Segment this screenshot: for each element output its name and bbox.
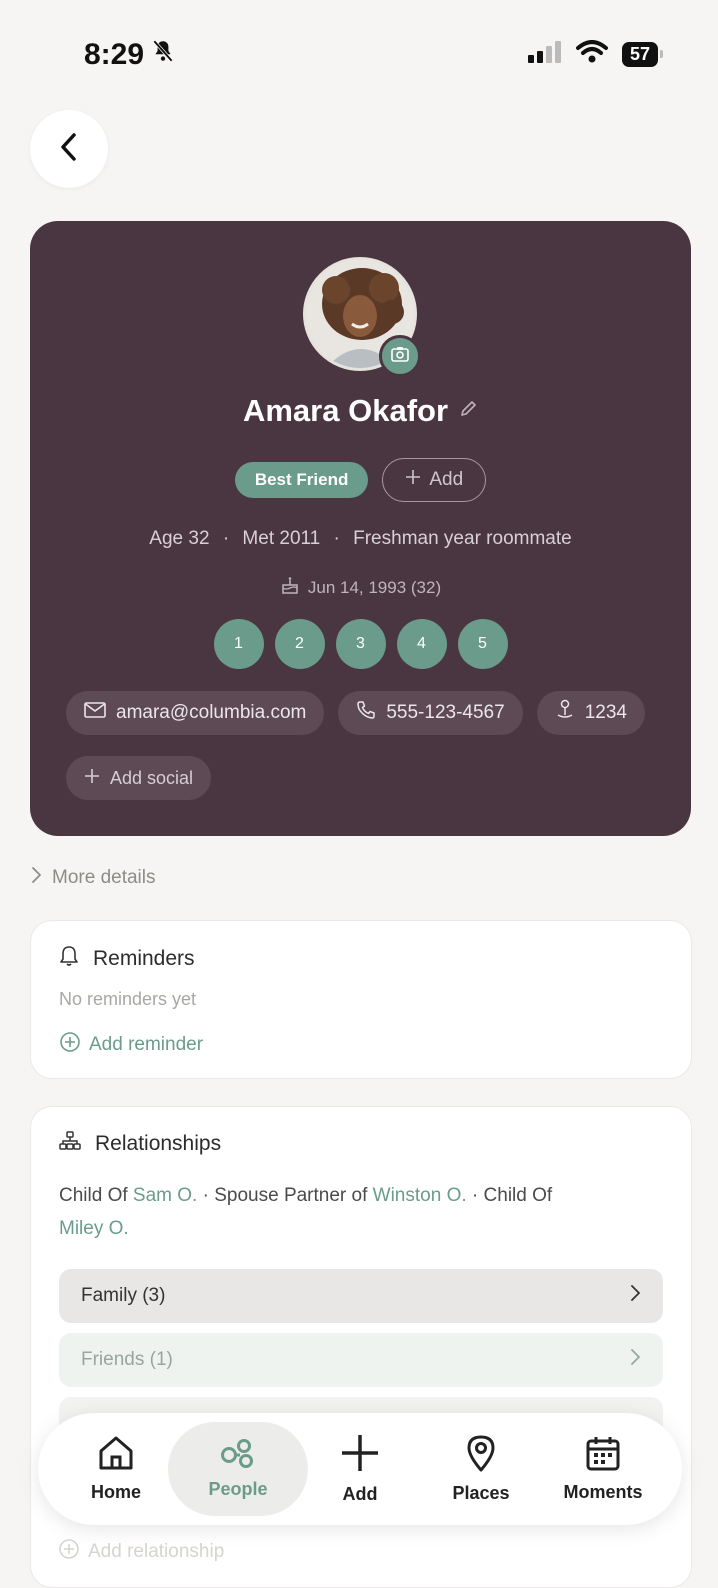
group-row-friends[interactable]: Friends (1)	[59, 1333, 663, 1387]
age-text: Age 32	[149, 528, 210, 549]
relationships-summary: Child Of Sam O. · Spouse Partner of Wins…	[59, 1179, 619, 1245]
avatar-container[interactable]	[303, 257, 421, 377]
plus-icon	[84, 768, 100, 789]
relationship-person-link[interactable]: Miley O.	[59, 1218, 129, 1239]
nav-add[interactable]: Add	[300, 1413, 420, 1525]
reminders-section: Reminders No reminders yet Add reminder	[30, 920, 692, 1079]
relationship-type: Child Of	[483, 1185, 553, 1206]
chevron-right-icon	[30, 866, 42, 890]
nav-places[interactable]: Places	[421, 1413, 541, 1525]
add-tag-label: Add	[429, 469, 464, 490]
group-label: Friends (1)	[81, 1349, 173, 1370]
phone-icon	[356, 700, 376, 726]
reminders-empty-text: No reminders yet	[59, 989, 197, 1009]
change-photo-button[interactable]	[379, 335, 421, 377]
status-time: 8:29	[84, 38, 176, 72]
phone-text: 555-123-4567	[386, 702, 505, 723]
add-relationship-label: Add relationship	[88, 1541, 225, 1562]
nav-home-label: Home	[90, 1482, 141, 1502]
profile-name: Amara Okafor	[242, 393, 449, 428]
home-icon	[97, 1435, 135, 1476]
plus-icon	[405, 469, 421, 491]
rating-dot[interactable]: 1	[213, 619, 264, 669]
pencil-icon[interactable]	[458, 399, 478, 424]
wifi-icon	[575, 40, 608, 69]
nav-people[interactable]: People	[168, 1422, 308, 1516]
met-year-text: Met 2011	[242, 528, 321, 549]
back-button[interactable]	[30, 110, 108, 188]
add-tag-button[interactable]: Add	[382, 458, 487, 502]
nav-moments-label: Moments	[563, 1482, 643, 1502]
birthday-text: Jun 14, 1993 (32)	[307, 577, 442, 597]
calendar-icon	[586, 1435, 620, 1476]
relationship-separator: ·	[471, 1185, 479, 1206]
profile-meta: Age 32 · Met 2011 · Freshman year roomma…	[30, 528, 691, 550]
camera-icon	[391, 346, 409, 367]
group-label: Family (3)	[81, 1285, 166, 1306]
chevron-left-icon	[56, 130, 82, 169]
more-details-toggle[interactable]: More details	[30, 866, 156, 890]
add-social-label: Add social	[110, 767, 194, 788]
how-met-text: Freshman year roommate	[353, 528, 572, 549]
bell-off-icon	[150, 38, 176, 72]
rating-dot[interactable]: 4	[396, 619, 447, 669]
more-details-label: More details	[52, 867, 156, 888]
nav-home[interactable]: Home	[56, 1413, 176, 1525]
meta-separator: ·	[222, 528, 230, 549]
relationship-person-link[interactable]: Sam O.	[133, 1185, 197, 1206]
email-text: amara@columbia.com	[116, 702, 307, 723]
plus-circle-icon	[59, 1031, 81, 1059]
email-chip[interactable]: amara@columbia.com	[66, 691, 325, 735]
relationship-person-link[interactable]: Winston O.	[373, 1185, 467, 1206]
location-pin-icon	[555, 699, 575, 727]
people-icon	[220, 1438, 256, 1473]
meta-separator: ·	[333, 528, 340, 549]
profile-card: Amara Okafor Best Friend Add Age 32 · Me…	[30, 221, 691, 836]
nav-places-label: Places	[452, 1483, 510, 1503]
contacts-scroller[interactable]: amara@columbia.com 555-123-4567 1234	[66, 691, 656, 735]
relationship-separator: ·	[202, 1185, 209, 1206]
reminders-header: Reminders	[59, 945, 195, 973]
bell-icon	[59, 945, 79, 973]
nav-moments[interactable]: Moments	[543, 1413, 663, 1525]
chevron-right-icon	[629, 1284, 641, 1308]
reminders-title: Reminders	[93, 947, 195, 970]
rating-dot[interactable]: 5	[457, 619, 508, 669]
group-row-family[interactable]: Family (3)	[59, 1269, 663, 1323]
relationships-header: Relationships	[59, 1131, 221, 1157]
status-time-text: 8:29	[84, 38, 145, 71]
birthday-row: Jun 14, 1993 (32)	[30, 575, 691, 600]
mail-icon	[84, 701, 106, 725]
name-row: Amara Okafor	[30, 393, 691, 429]
add-reminder-label: Add reminder	[89, 1034, 204, 1055]
address-text: 1234	[584, 702, 627, 723]
bottom-nav: Home People Add Places Moments	[38, 1413, 682, 1525]
chevron-right-icon	[629, 1348, 641, 1372]
relationship-type: Spouse Partner of	[214, 1185, 368, 1206]
tags-row: Best Friend Add	[30, 458, 691, 502]
relationship-type: Child Of	[59, 1185, 128, 1206]
battery-indicator: 57	[621, 42, 664, 67]
rating-dot[interactable]: 3	[335, 619, 386, 669]
nav-add-label: Add	[342, 1484, 378, 1504]
add-social-button[interactable]: Add social	[66, 756, 212, 800]
add-reminder-button[interactable]: Add reminder	[59, 1031, 203, 1059]
plus-icon	[340, 1433, 380, 1478]
signal-icon	[527, 41, 562, 68]
nav-people-label: People	[208, 1479, 268, 1499]
status-indicators: 57	[527, 40, 664, 69]
network-icon	[59, 1131, 81, 1157]
rating-dot[interactable]: 2	[274, 619, 325, 669]
closeness-rating: 1 2 3 4 5	[30, 619, 691, 669]
address-chip[interactable]: 1234	[536, 691, 645, 735]
phone-chip[interactable]: 555-123-4567	[338, 691, 523, 735]
tag-best-friend[interactable]: Best Friend	[234, 462, 369, 498]
map-pin-icon	[466, 1434, 496, 1477]
cake-icon	[280, 575, 300, 600]
relationships-title: Relationships	[95, 1132, 222, 1155]
